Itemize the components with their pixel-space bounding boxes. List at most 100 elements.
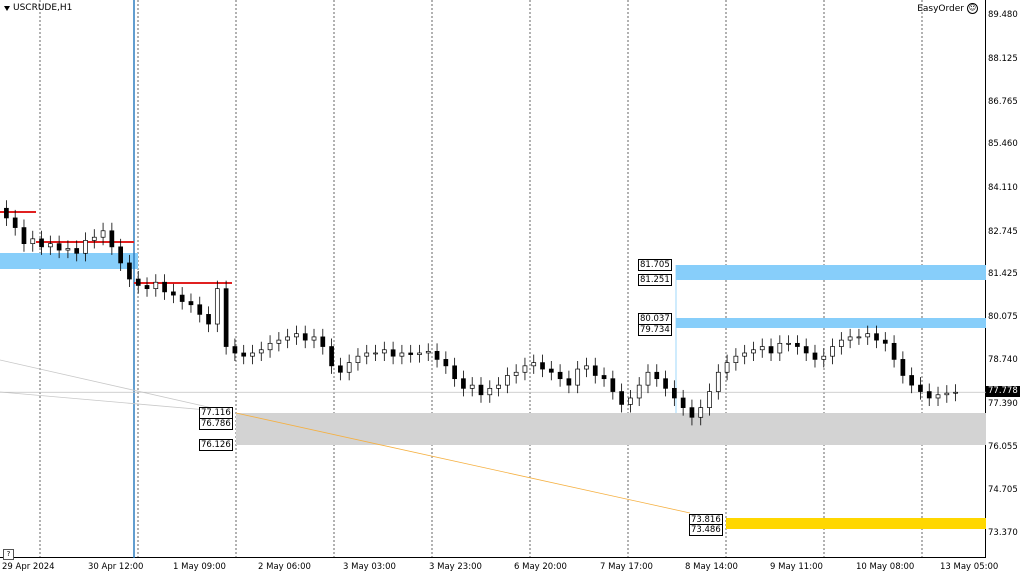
candle-body-53 (469, 384, 475, 389)
candle-body-48 (425, 351, 431, 354)
candle-body-75 (663, 378, 668, 389)
candle-body-37 (329, 346, 334, 367)
time-tick-label: 30 Apr 12:00 (88, 562, 144, 572)
candle-body-18 (162, 281, 167, 293)
candle-body-52 (461, 378, 466, 389)
candle-body-1 (12, 217, 18, 228)
candle-body-50 (443, 359, 449, 367)
candle-body-54 (478, 384, 484, 396)
candle-body-60 (531, 362, 537, 367)
candle-body-59 (522, 365, 528, 373)
candle-body-35 (311, 336, 317, 341)
candle-body-96 (847, 336, 853, 341)
candle-body-36 (320, 336, 326, 347)
candle-body-66 (584, 365, 589, 370)
candle-body-19 (171, 291, 176, 296)
last-price-badge: 77.778 (986, 386, 1020, 397)
candle-body-71 (628, 397, 633, 405)
candle-body-47 (417, 352, 422, 355)
candle-body-92 (812, 352, 818, 360)
candle-body-46 (408, 352, 414, 355)
time-tick-label: 1 May 09:00 (173, 562, 226, 572)
candle-body-57 (505, 375, 510, 386)
candle-body-87 (768, 346, 774, 354)
candle-body-51 (452, 365, 457, 380)
candle-body-5 (47, 243, 53, 248)
candle-body-56 (496, 384, 501, 389)
candle-body-61 (540, 362, 545, 370)
candle-body-14 (127, 262, 132, 280)
candle-body-104 (918, 384, 923, 392)
candle-body-32 (285, 336, 290, 341)
chart-canvas[interactable] (0, 0, 1024, 576)
zone-label-gray-mid: 76.786 (199, 418, 233, 430)
candle-body-64 (566, 378, 572, 386)
zone-label-blue-upper-bottom: 81.251 (638, 274, 672, 286)
candle-body-63 (557, 371, 563, 380)
price-tick-label: 80.075 (988, 312, 1018, 323)
candle-body-55 (487, 387, 493, 396)
candle-body-108 (953, 391, 958, 394)
candle-body-93 (821, 355, 827, 360)
time-tick-label: 13 May 05:00 (940, 562, 999, 572)
time-tick-label: 3 May 03:00 (343, 562, 396, 572)
symbol-title[interactable]: USCRUDE,H1 (4, 3, 72, 13)
candle-body-95 (838, 339, 844, 347)
candle-body-41 (364, 352, 370, 357)
time-tick-label: 8 May 14:00 (685, 562, 738, 572)
candle-body-102 (900, 359, 906, 376)
candle-body-17 (153, 281, 159, 290)
symbol-title-text: USCRUDE,H1 (13, 3, 73, 13)
smiley-icon: ☺ (967, 3, 978, 14)
candle-body-49 (434, 351, 440, 360)
easyorder-panel-label[interactable]: EasyOrder ☺ (917, 3, 978, 14)
candle-body-107 (944, 392, 950, 396)
candle-body-40 (355, 355, 361, 363)
zone-blue-upper (676, 265, 986, 280)
zone-label-yellow-bottom: 73.486 (689, 524, 723, 536)
candle-body-79 (698, 407, 704, 418)
candle-body-29 (258, 349, 264, 354)
candle-body-13 (118, 246, 124, 264)
candle-body-97 (856, 336, 862, 339)
candle-body-24 (214, 288, 220, 325)
candle-body-98 (865, 333, 871, 338)
price-tick-label: 78.740 (988, 355, 1018, 366)
candle-body-65 (575, 368, 581, 386)
candle-body-100 (882, 339, 888, 344)
zone-blue-left (0, 253, 138, 269)
price-tick-label: 81.425 (988, 269, 1018, 279)
candle-body-85 (751, 349, 756, 354)
time-tick-label: 2 May 06:00 (258, 562, 311, 572)
time-tick-label: 9 May 11:00 (770, 562, 823, 572)
candle-body-38 (338, 365, 343, 373)
zone-gray (236, 413, 986, 445)
price-tick-label: 77.390 (988, 398, 1018, 409)
candle-body-15 (135, 278, 141, 286)
candle-body-78 (689, 407, 695, 418)
zone-label-blue-lower-bottom: 79.734 (638, 324, 672, 336)
candle-body-99 (874, 333, 879, 341)
candle-body-42 (373, 352, 378, 355)
candle-body-25 (223, 288, 229, 347)
candle-body-89 (786, 342, 791, 345)
candle-body-10 (91, 236, 97, 241)
candle-body-58 (513, 371, 519, 376)
candle-body-6 (56, 243, 62, 251)
candle-body-28 (250, 352, 255, 357)
candle-body-3 (30, 238, 36, 244)
help-button[interactable]: ? (3, 549, 14, 560)
candle-body-62 (548, 368, 554, 373)
trend-line-gray-1 (0, 359, 231, 413)
dropdown-triangle-icon[interactable] (4, 5, 10, 11)
candle-body-4 (39, 238, 44, 248)
candle-body-83 (733, 355, 739, 363)
candle-body-106 (935, 394, 941, 399)
candle-body-74 (654, 371, 660, 380)
time-tick-label: 7 May 17:00 (600, 562, 653, 572)
candle-body-11 (100, 230, 106, 238)
price-tick-label: 86.765 (988, 97, 1018, 108)
zone-label-blue-upper-top: 81.705 (638, 259, 672, 271)
candle-body-72 (636, 384, 642, 399)
candle-body-12 (109, 230, 115, 248)
